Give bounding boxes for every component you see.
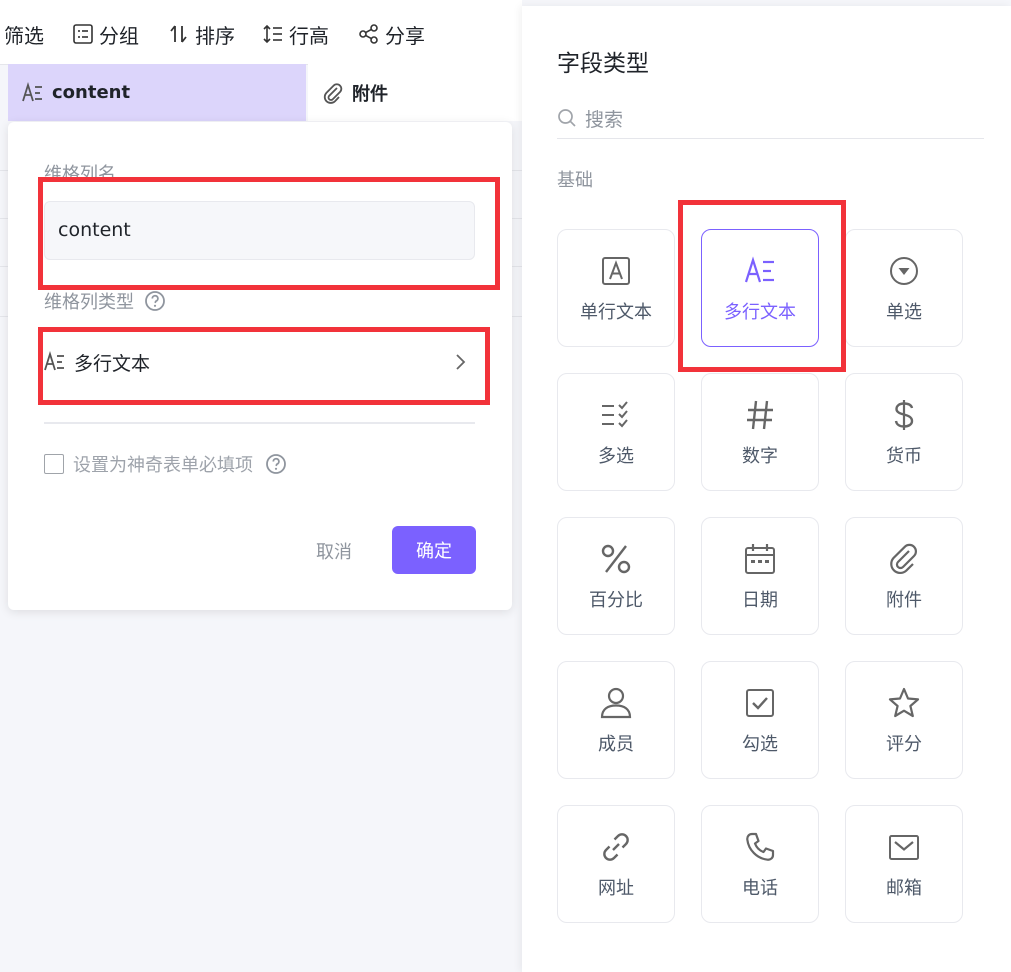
multi-select-icon: [602, 401, 628, 428]
required-checkbox-row[interactable]: 设置为神奇表单必填项: [44, 450, 287, 478]
single-select-icon: [890, 257, 918, 285]
field-type-label: 数字: [742, 446, 778, 467]
sort-label: 排序: [195, 23, 235, 48]
field-type-email[interactable]: 邮箱: [845, 805, 963, 923]
multi-line-text-icon: [22, 81, 42, 101]
sort-icon: [170, 25, 187, 43]
field-type-label-row: 维格列类型: [44, 288, 166, 314]
email-icon: [889, 835, 919, 860]
field-type-phone[interactable]: 电话: [701, 805, 819, 923]
attachment-icon: [323, 82, 343, 104]
field-type-attachment[interactable]: 附件: [845, 517, 963, 635]
field-type-multi-line-text[interactable]: 多行文本: [701, 229, 819, 347]
field-type-label: 日期: [742, 590, 778, 611]
row-height-label: 行高: [289, 23, 329, 48]
group-icon: [73, 24, 93, 44]
field-type-currency[interactable]: 货币: [845, 373, 963, 491]
field-edit-popup: 维格列名 content 维格列类型 多行文本 设置为神奇表单必填项 取消 确定: [8, 122, 512, 610]
view-toolbar: 筛选 分组 排序 行高 分享: [0, 0, 522, 65]
field-type-label: 评分: [886, 734, 922, 755]
field-type-label: 网址: [598, 878, 634, 899]
column-header-content[interactable]: content: [8, 64, 306, 121]
field-type-label: 电话: [742, 878, 778, 899]
field-type-percent[interactable]: 百分比: [557, 517, 675, 635]
field-type-single-select[interactable]: 单选: [845, 229, 963, 347]
field-type-single-line-text[interactable]: 单行文本: [557, 229, 675, 347]
field-type-panel: 字段类型 搜索 基础 单行文本 多行文本 单选 多选 数字 货币 百分比 日期: [522, 6, 1011, 972]
share-icon: [359, 24, 378, 44]
single-line-text-icon: [602, 257, 630, 285]
number-icon: [747, 400, 773, 430]
panel-title: 字段类型: [557, 51, 649, 77]
field-type-checkbox[interactable]: 勾选: [701, 661, 819, 779]
field-type-label: 单选: [886, 302, 922, 323]
member-icon: [600, 687, 632, 719]
filter-label: 筛选: [4, 23, 44, 48]
attachment-icon: [890, 543, 917, 574]
date-icon: [745, 544, 775, 574]
column-header-label: content: [52, 82, 131, 103]
filter-button[interactable]: 筛选: [4, 20, 44, 48]
group-button[interactable]: 分组: [72, 20, 139, 48]
search-icon: [558, 109, 576, 127]
field-type-value: 多行文本: [74, 352, 151, 375]
divider: [44, 422, 475, 424]
group-label: 分组: [99, 23, 139, 48]
field-type-select[interactable]: 多行文本: [44, 336, 475, 388]
field-type-url[interactable]: 网址: [557, 805, 675, 923]
row-height-button[interactable]: 行高: [262, 20, 329, 48]
share-label: 分享: [385, 23, 425, 48]
search-input[interactable]: 搜索: [557, 98, 984, 139]
field-name-input[interactable]: content: [44, 201, 475, 260]
field-type-number[interactable]: 数字: [701, 373, 819, 491]
column-header-label: 附件: [352, 83, 388, 105]
field-type-member[interactable]: 成员: [557, 661, 675, 779]
field-type-label: 邮箱: [886, 878, 922, 899]
field-type-label: 勾选: [742, 734, 778, 755]
url-icon: [603, 833, 629, 861]
field-type-label: 维格列类型: [44, 292, 134, 313]
search-placeholder: 搜索: [585, 108, 624, 131]
field-type-label: 多选: [598, 446, 634, 467]
checkbox-icon: [746, 689, 774, 717]
field-type-label: 百分比: [589, 590, 643, 611]
field-type-label: 成员: [598, 734, 634, 755]
field-type-label: 货币: [886, 446, 922, 467]
cancel-button[interactable]: 取消: [316, 538, 352, 564]
help-icon[interactable]: [265, 453, 287, 475]
section-basic-title: 基础: [557, 170, 593, 191]
confirm-button[interactable]: 确定: [392, 526, 476, 574]
help-icon[interactable]: [144, 290, 166, 312]
field-type-label: 多行文本: [724, 302, 796, 323]
row-height-icon: [263, 24, 282, 44]
column-header-attachment[interactable]: 附件: [308, 64, 522, 121]
multi-line-text-icon: [744, 256, 774, 283]
phone-icon: [746, 832, 775, 861]
field-type-multi-select[interactable]: 多选: [557, 373, 675, 491]
required-label: 设置为神奇表单必填项: [73, 455, 253, 476]
field-type-date[interactable]: 日期: [701, 517, 819, 635]
field-type-rating[interactable]: 评分: [845, 661, 963, 779]
sort-button[interactable]: 排序: [168, 20, 235, 48]
field-name-label: 维格列名: [44, 164, 116, 185]
required-checkbox[interactable]: [44, 454, 64, 474]
field-type-label: 单行文本: [580, 302, 652, 323]
rating-icon: [888, 687, 920, 718]
chevron-right-icon: [456, 354, 466, 370]
percent-icon: [601, 544, 631, 574]
currency-icon: [894, 400, 914, 430]
field-type-label: 附件: [886, 590, 922, 611]
multi-line-text-icon: [44, 351, 64, 371]
share-button[interactable]: 分享: [358, 20, 425, 48]
